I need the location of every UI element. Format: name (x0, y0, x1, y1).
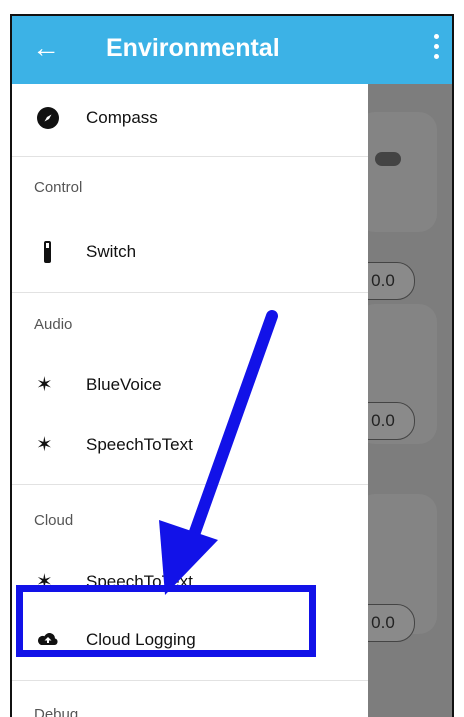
annotation-arrow-icon (159, 310, 278, 595)
